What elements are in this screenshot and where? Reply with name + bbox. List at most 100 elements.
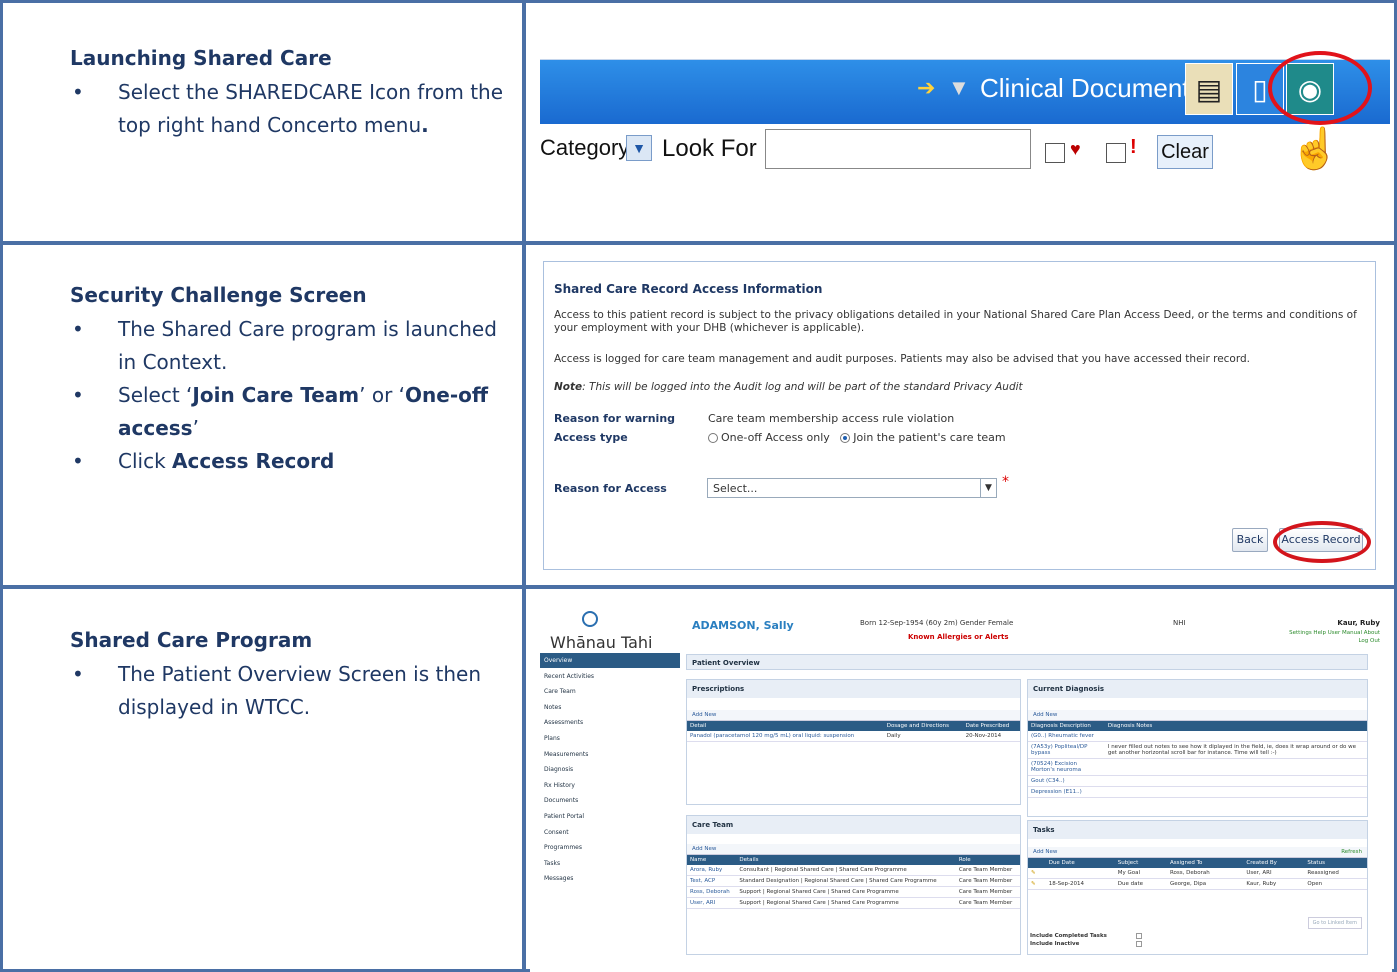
add-new-button[interactable]: Add New — [687, 710, 1020, 721]
flag-filter-checkbox[interactable] — [1045, 143, 1065, 163]
add-new-button[interactable]: Add New — [1028, 710, 1367, 721]
nav-assessments[interactable]: Assessments — [540, 715, 680, 731]
nav-rx-history[interactable]: Rx History — [540, 778, 680, 794]
table-row[interactable]: (70524) Excision Morton's neuroma — [1028, 758, 1367, 776]
table-cell[interactable]: Gout (C34..) — [1028, 775, 1105, 787]
column-header[interactable]: Role — [955, 855, 1020, 865]
prescriptions-table: Detail Dosage and Directions Date Prescrib… — [687, 721, 1020, 742]
table-row[interactable]: Arora, Ruby Consultant | Regional Shared … — [687, 865, 1020, 876]
chevron-down-icon[interactable]: ▼ — [626, 135, 652, 161]
table-row[interactable]: ✎ My Goal Ross, Deborah User, ARI Reassigned — [1028, 868, 1367, 879]
arrow-right-icon: ➔ — [917, 75, 936, 100]
table-row[interactable]: User, ARI Support | Regional Shared Care … — [687, 897, 1020, 909]
table-row[interactable]: Gout (C34..) — [1028, 775, 1367, 787]
include-inactive-checkbox[interactable] — [1136, 941, 1142, 947]
column-header[interactable]: Due Date — [1045, 858, 1115, 868]
edit-pencil-icon[interactable]: ✎ — [1028, 878, 1046, 890]
go-to-linked-item-button[interactable]: Go to Linked Item — [1307, 917, 1362, 929]
table-cell[interactable]: Panadol (paracetamol 120 mg/5 mL) oral l… — [687, 731, 884, 742]
audit-paragraph: Access is logged for care team managemen… — [554, 353, 1250, 365]
table-cell[interactable]: Ross, Deborah — [687, 886, 737, 898]
user-links[interactable]: Settings Help User Manual About — [1289, 630, 1380, 636]
table-cell[interactable]: Test, ACP — [687, 875, 737, 887]
nav-programmes[interactable]: Programmes — [540, 840, 680, 856]
column-header[interactable]: Created By — [1243, 858, 1305, 868]
back-button[interactable]: Back — [1232, 528, 1268, 552]
nav-recent-activities[interactable]: Recent Activities — [540, 669, 680, 685]
table-cell[interactable]: User, ARI — [687, 897, 737, 909]
care-team-table: Name Details Role Arora, Ruby Consultant | … — [687, 855, 1020, 909]
nav-notes[interactable]: Notes — [540, 700, 680, 716]
column-header[interactable]: Assigned To — [1166, 858, 1244, 868]
nav-overview[interactable]: Overview — [540, 653, 680, 669]
oneoff-radio[interactable] — [708, 433, 718, 443]
table-row[interactable]: Panadol (paracetamol 120 mg/5 mL) oral l… — [687, 731, 1020, 742]
nav-measurements[interactable]: Measurements — [540, 747, 680, 763]
bullet-text: Select the SHAREDCARE Icon from the top … — [118, 80, 504, 137]
nav-plans[interactable]: Plans — [540, 731, 680, 747]
logout-link[interactable]: Log Out — [1358, 638, 1380, 644]
table-cell[interactable]: (G0..) Rheumatic fever — [1028, 731, 1105, 742]
column-header[interactable]: Diagnosis Notes — [1104, 721, 1367, 731]
include-completed-checkbox[interactable] — [1136, 933, 1142, 939]
nav-care-team[interactable]: Care Team — [540, 684, 680, 700]
bullet-item: Select ‘Join Care Team’ or ‘One-off acce… — [70, 379, 510, 445]
table-cell — [1045, 868, 1115, 879]
refresh-button[interactable]: Refresh — [1341, 849, 1362, 855]
chevron-down-icon[interactable]: ▼ — [980, 479, 996, 497]
table-cell[interactable]: Depression (E11..) — [1028, 786, 1105, 798]
column-header[interactable]: Subject — [1114, 858, 1167, 868]
table-row[interactable]: (7A53y) Popliteal/DP bypass I never fille… — [1028, 741, 1367, 759]
join-radio[interactable] — [840, 433, 851, 443]
page-title: Patient Overview — [686, 654, 1368, 670]
document-icon[interactable]: ▤ — [1185, 63, 1233, 115]
add-new-button[interactable]: Add New — [1033, 849, 1057, 855]
table-cell: I never filled out notes to see how it d… — [1104, 741, 1367, 759]
nav-diagnosis[interactable]: Diagnosis — [540, 762, 680, 778]
column-divider — [522, 0, 526, 972]
column-header[interactable]: Date Prescribed — [962, 721, 1020, 731]
edit-pencil-icon[interactable]: ✎ — [1028, 868, 1046, 879]
reason-access-select[interactable]: Select... ▼ — [707, 478, 997, 498]
table-cell[interactable]: Arora, Ruby — [687, 865, 737, 876]
step-bullets: The Shared Care program is launched in C… — [70, 313, 510, 478]
bullet-text: Select ‘ — [118, 383, 193, 407]
add-new-button[interactable]: Add New — [687, 844, 1020, 855]
include-inactive-label: Include Inactive — [1030, 941, 1080, 947]
look-for-input[interactable] — [765, 129, 1031, 169]
column-header[interactable]: Status — [1304, 858, 1367, 868]
table-header: Due Date Subject Assigned To Created By Stat… — [1028, 858, 1367, 868]
form-title: Shared Care Record Access Information — [554, 282, 823, 296]
nav-consent[interactable]: Consent — [540, 825, 680, 841]
column-header[interactable]: Name — [687, 855, 737, 865]
column-header[interactable]: Diagnosis Description — [1028, 721, 1105, 731]
nav-messages[interactable]: Messages — [540, 871, 680, 887]
table-row[interactable]: Depression (E11..) — [1028, 786, 1367, 798]
whanau-tahi-logo: Whānau Tahi — [550, 633, 653, 652]
table-cell — [1104, 731, 1367, 742]
wtcc-sidebar: Overview Recent Activities Care Team Not… — [540, 653, 680, 887]
column-header[interactable]: Dosage and Directions — [883, 721, 963, 731]
tasks-table: Due Date Subject Assigned To Created By Stat… — [1028, 858, 1367, 890]
table-row[interactable]: Test, ACP Standard Designation | Regional… — [687, 875, 1020, 887]
hand-cursor-icon: ☝ — [1290, 127, 1340, 171]
column-header[interactable]: Details — [736, 855, 956, 865]
nav-patient-portal[interactable]: Patient Portal — [540, 809, 680, 825]
table-row[interactable]: Ross, Deborah Support | Regional Shared C… — [687, 886, 1020, 898]
nav-tasks[interactable]: Tasks — [540, 856, 680, 872]
column-header[interactable]: Detail — [687, 721, 884, 731]
join-radio-label[interactable]: Join the patient's care team — [853, 431, 1005, 444]
table-cell: Care Team Member — [955, 865, 1020, 876]
table-row[interactable]: ✎ 18-Sep-2014 Due date George, Dipa Kaur, Ru… — [1028, 878, 1367, 890]
table-cell[interactable]: (7A53y) Popliteal/DP bypass — [1028, 741, 1105, 759]
clear-button[interactable]: Clear — [1157, 135, 1213, 169]
include-completed-label: Include Completed Tasks — [1030, 933, 1107, 939]
alert-filter-checkbox[interactable] — [1106, 143, 1126, 163]
table-row[interactable]: (G0..) Rheumatic fever — [1028, 731, 1367, 742]
oneoff-radio-label[interactable]: One-off Access only — [721, 431, 830, 444]
clinical-documents-menu[interactable]: Clinical Documents — [980, 73, 1203, 104]
tasks-toolbar: Add New Refresh — [1028, 847, 1367, 858]
allergy-alert[interactable]: Known Allergies or Alerts — [908, 633, 1009, 641]
table-cell[interactable]: (70524) Excision Morton's neuroma — [1028, 758, 1105, 776]
nav-documents[interactable]: Documents — [540, 793, 680, 809]
